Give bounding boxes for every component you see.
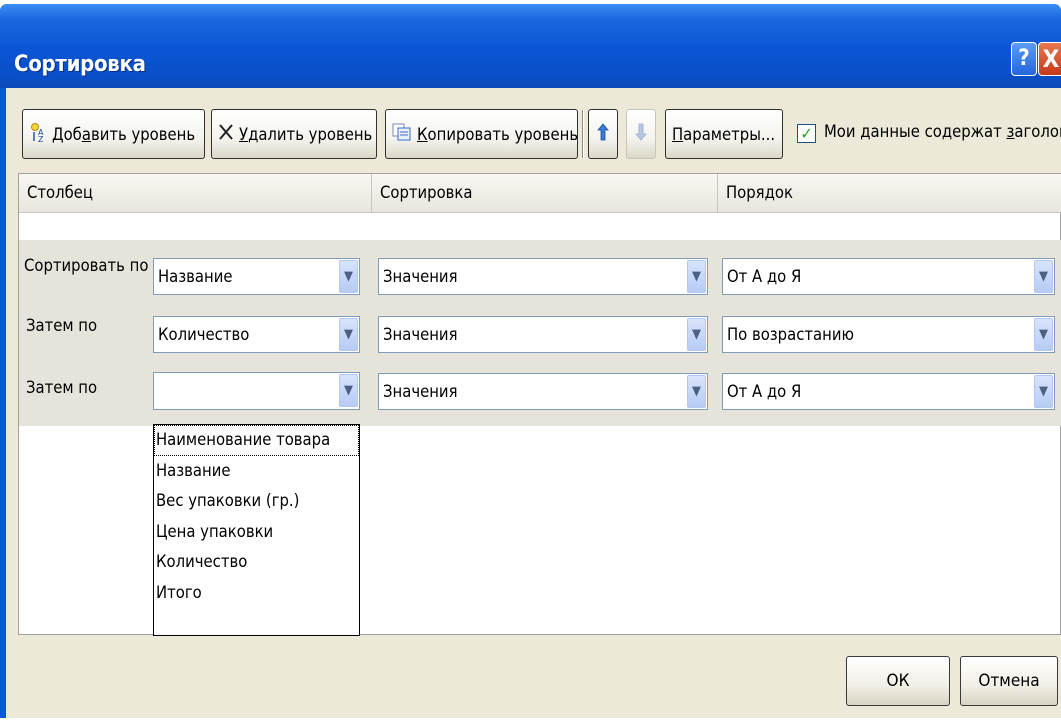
- close-button[interactable]: X: [1038, 42, 1061, 76]
- delete-level-button[interactable]: Удалить уровень: [211, 109, 377, 159]
- column-combo[interactable]: Название ▼: [153, 258, 360, 295]
- delete-level-accel: У: [239, 124, 249, 144]
- sort-on-combo[interactable]: Значения ▼: [378, 373, 708, 410]
- combo-value: Значения: [383, 382, 458, 401]
- arrow-up-icon: [597, 123, 609, 145]
- window-title: Сортировка: [14, 52, 146, 77]
- order-combo[interactable]: От А до Я ▼: [722, 258, 1055, 295]
- list-item[interactable]: Вес упаковки (гр.): [154, 486, 359, 517]
- svg-text:Z: Z: [38, 135, 44, 142]
- order-combo[interactable]: От А до Я ▼: [722, 373, 1055, 410]
- column-dropdown-list[interactable]: Наименование товара Название Вес упаковк…: [153, 424, 360, 636]
- combo-value: От А до Я: [727, 267, 802, 286]
- copy-level-button[interactable]: Копировать уровень: [385, 109, 578, 159]
- copy-icon: [392, 123, 412, 145]
- combo-value: Название: [158, 267, 233, 286]
- list-item[interactable]: Цена упаковки: [154, 517, 359, 548]
- column-header-column: Столбец: [19, 174, 372, 213]
- copy-level-accel: К: [417, 124, 428, 144]
- cancel-button[interactable]: Отмена: [960, 656, 1058, 706]
- chevron-down-icon[interactable]: ▼: [339, 374, 358, 407]
- toolbar-separator: [582, 110, 584, 158]
- list-item[interactable]: Название: [154, 456, 359, 487]
- options-accel: П: [672, 124, 684, 144]
- title-bar[interactable]: Сортировка ? X: [0, 4, 1061, 88]
- headers-label-post: аголовки: [1014, 122, 1061, 141]
- combo-value: Значения: [383, 325, 458, 344]
- list-item[interactable]: Количество: [154, 547, 359, 578]
- headers-checkbox-label[interactable]: Мои данные содержат заголовки: [824, 122, 1061, 141]
- chevron-down-icon[interactable]: ▼: [687, 375, 706, 408]
- checkmark-icon: ✓: [800, 124, 813, 143]
- copy-level-label: опировать уровень: [427, 124, 579, 144]
- options-label: араметры...: [683, 124, 776, 144]
- combo-value: От А до Я: [727, 382, 802, 401]
- column-combo[interactable]: Количество ▼: [153, 316, 360, 353]
- column-header-order: Порядок: [718, 174, 1061, 213]
- column-combo[interactable]: ▼: [153, 372, 360, 410]
- add-level-label-post: вить уровень: [90, 124, 196, 144]
- add-level-label-pre: Доб: [52, 124, 82, 144]
- order-combo[interactable]: По возрастанию ▼: [722, 316, 1055, 353]
- combo-value: Значения: [383, 267, 458, 286]
- add-level-accel: а: [81, 124, 91, 144]
- headers-checkbox[interactable]: ✓: [797, 124, 816, 143]
- chevron-down-icon[interactable]: ▼: [339, 260, 358, 293]
- list-item[interactable]: Итого: [154, 578, 359, 609]
- combo-value: Количество: [158, 325, 250, 344]
- chevron-down-icon[interactable]: ▼: [687, 260, 706, 293]
- headers-label-pre: Мои данные содержат: [824, 122, 1007, 141]
- row-label: Затем по: [26, 316, 98, 335]
- sort-on-combo[interactable]: Значения ▼: [378, 316, 708, 353]
- help-button[interactable]: ?: [1011, 42, 1037, 76]
- list-item[interactable]: Наименование товара: [154, 425, 359, 456]
- sort-on-combo[interactable]: Значения ▼: [378, 258, 708, 295]
- delete-x-icon: [218, 123, 234, 145]
- column-header-sort-on: Сортировка: [372, 174, 718, 213]
- move-down-button[interactable]: [626, 109, 656, 159]
- chevron-down-icon[interactable]: ▼: [339, 318, 358, 351]
- row-label: Затем по: [26, 378, 98, 397]
- combo-value: По возрастанию: [727, 325, 854, 344]
- chevron-down-icon[interactable]: ▼: [1034, 375, 1053, 408]
- add-level-icon: A Z: [29, 122, 47, 146]
- arrow-down-icon: [635, 123, 647, 145]
- options-button[interactable]: Параметры...: [665, 109, 783, 159]
- row-label: Сортировать по: [24, 256, 149, 275]
- chevron-down-icon[interactable]: ▼: [687, 318, 706, 351]
- delete-level-label: далить уровень: [248, 124, 373, 144]
- ok-button[interactable]: ОК: [846, 656, 950, 706]
- move-up-button[interactable]: [588, 109, 618, 159]
- chevron-down-icon[interactable]: ▼: [1034, 318, 1053, 351]
- add-level-button[interactable]: A Z Доб а вить уровень: [22, 109, 205, 159]
- chevron-down-icon[interactable]: ▼: [1034, 260, 1053, 293]
